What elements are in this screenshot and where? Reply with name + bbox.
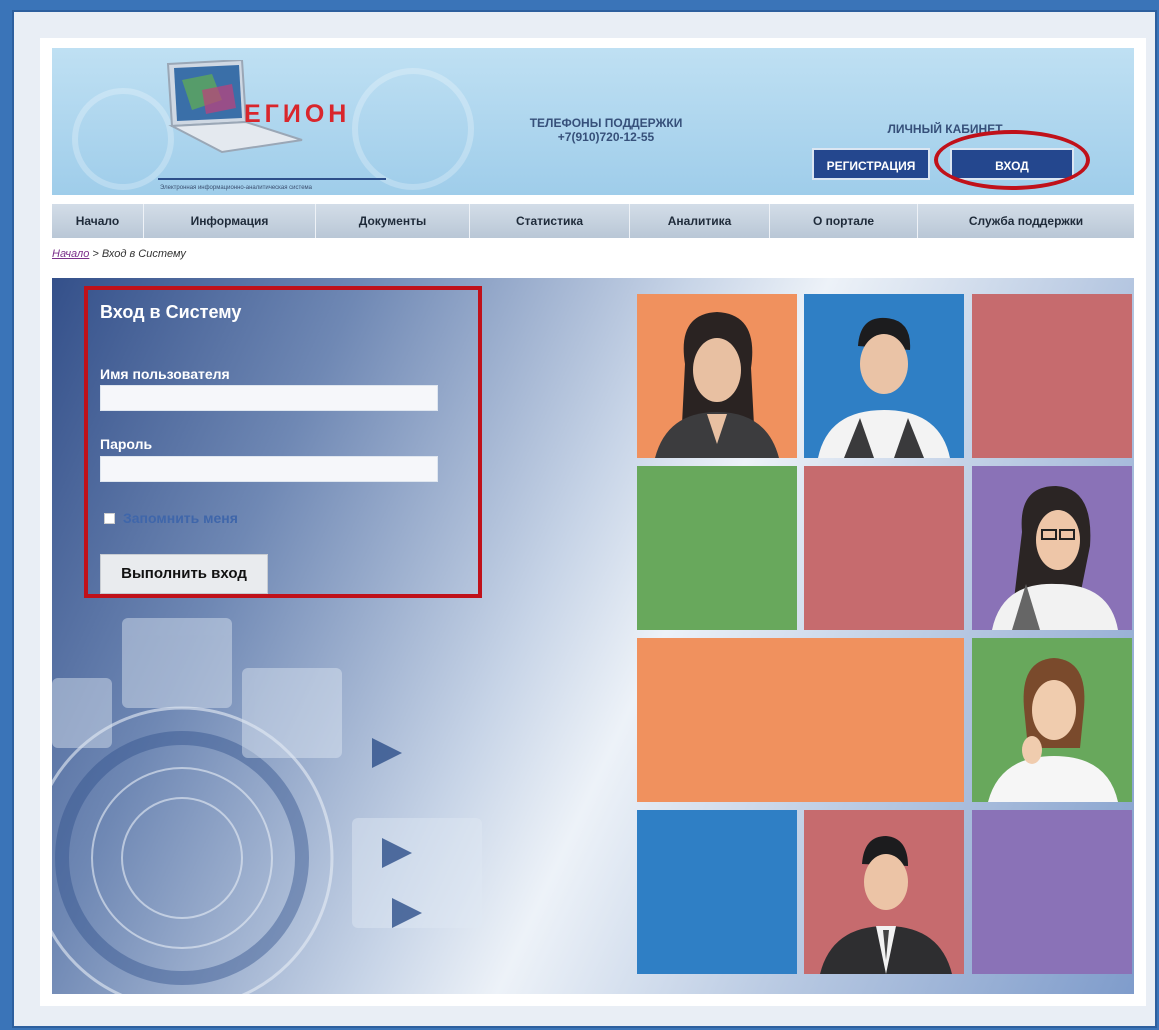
password-label: Пароль [100,436,153,452]
tile-blue [804,294,964,458]
username-label: Имя пользователя [100,366,230,382]
breadcrumb-separator: > [89,248,102,260]
tile-orange-wide [637,638,964,802]
support-phone: +7(910)720-12-55 [557,130,655,144]
breadcrumb-home-link[interactable]: Начало [52,248,89,260]
woman-avatar-icon [655,312,779,458]
site-header: ЕГИОН Электронная информационно-аналитич… [52,48,1134,195]
tile-blue [637,810,797,974]
tile-purple [972,466,1132,630]
woman-avatar-icon [988,658,1118,802]
nav-item-information[interactable]: Информация [144,204,316,238]
tile-green [637,466,797,630]
remember-checkbox[interactable] [104,512,115,524]
remember-me: Запомнить меня [104,510,238,526]
login-button[interactable]: ВХОД [950,148,1074,180]
nav-item-support[interactable]: Служба поддержки [918,204,1134,238]
tile-purple [972,810,1132,974]
hex-decoration [72,88,174,190]
tech-dial-decoration [52,618,482,994]
breadcrumb-current: Вход в Систему [101,248,186,260]
tile-red [804,466,964,630]
remember-label[interactable]: Запомнить меня [123,510,238,526]
tile-green [972,638,1132,802]
support-title: ТЕЛЕФОНЫ ПОДДЕРЖКИ [529,116,683,130]
logo-text: ЕГИОН [244,100,351,128]
submit-button[interactable]: Выполнить вход [100,554,268,594]
nav-item-statistics[interactable]: Статистика [470,204,630,238]
nav-item-about[interactable]: О портале [770,204,918,238]
tile-red [804,810,964,974]
logo-subtitle: Электронная информационно-аналитическая … [160,185,313,191]
login-form: Вход в Систему Имя пользователя Пароль З… [84,286,482,598]
username-input[interactable] [100,385,438,411]
main-nav: Начало Информация Документы Статистика А… [52,204,1134,238]
password-input[interactable] [100,456,438,482]
businessman-avatar-icon [820,836,952,974]
register-button[interactable]: РЕГИСТРАЦИЯ [812,148,930,180]
nav-item-documents[interactable]: Документы [316,204,470,238]
login-title: Вход в Систему [100,302,242,322]
tile-orange [637,294,797,458]
breadcrumb: Начало > Вход в Систему [52,248,186,260]
page-frame: ЕГИОН Электронная информационно-аналитич… [12,10,1157,1028]
nav-item-home[interactable]: Начало [52,204,144,238]
gear-decoration [352,68,474,190]
cabinet-title: ЛИЧНЫЙ КАБИНЕТ [887,122,1003,136]
logo-divider [158,178,386,180]
woman-glasses-avatar-icon [992,486,1118,630]
tile-red [972,294,1132,458]
page-container: ЕГИОН Электронная информационно-аналитич… [40,38,1146,1006]
man-avatar-icon [818,317,950,458]
main-content: Вход в Систему Имя пользователя Пароль З… [52,278,1134,994]
nav-item-analytics[interactable]: Аналитика [630,204,770,238]
